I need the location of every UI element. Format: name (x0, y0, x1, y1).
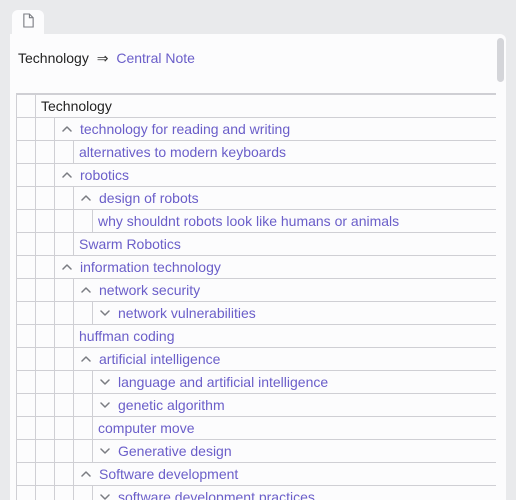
tree-node[interactable]: genetic algorithm (16, 394, 496, 417)
tree-node[interactable]: huffman coding (16, 325, 496, 348)
tab-bar (10, 10, 506, 34)
tree-node-label[interactable]: Software development (99, 463, 238, 485)
chevron-down-icon[interactable] (98, 490, 112, 500)
breadcrumb-parent-link[interactable]: Central Note (116, 50, 195, 66)
tree-node[interactable]: why shouldnt robots look like humans or … (16, 210, 496, 233)
tree-node-label[interactable]: Generative design (118, 440, 232, 462)
tree-node-label[interactable]: information technology (80, 256, 221, 278)
tree-node[interactable]: language and artificial intelligence (16, 371, 496, 394)
tree-node[interactable]: design of robots (16, 187, 496, 210)
tree-node[interactable]: network security (16, 279, 496, 302)
tree-node[interactable]: artificial intelligence (16, 348, 496, 371)
tree-node[interactable]: robotics (16, 164, 496, 187)
chevron-up-icon[interactable] (60, 260, 74, 274)
tree-node-label[interactable]: artificial intelligence (99, 348, 220, 370)
tree-node-label[interactable]: software development practices (118, 486, 315, 500)
tree-node[interactable]: alternatives to modern keyboards (16, 141, 496, 164)
outline-tree: Technology technology for reading and wr… (16, 93, 496, 500)
tree-node-label[interactable]: Swarm Robotics (79, 233, 181, 255)
chevron-down-icon[interactable] (98, 306, 112, 320)
tree-node-label[interactable]: genetic algorithm (118, 394, 225, 416)
chevron-down-icon[interactable] (98, 375, 112, 389)
tree-node[interactable]: software development practices (16, 486, 496, 500)
tree-node-label[interactable]: network vulnerabilities (118, 302, 256, 324)
tree-node[interactable]: Swarm Robotics (16, 233, 496, 256)
breadcrumb-current: Technology (18, 50, 89, 66)
tree-node-label[interactable]: technology for reading and writing (80, 118, 290, 140)
tree-node-label[interactable]: robotics (80, 164, 129, 186)
tree-node-label[interactable]: network security (99, 279, 200, 301)
chevron-up-icon[interactable] (79, 467, 93, 481)
tree-node-label[interactable]: language and artificial intelligence (118, 371, 328, 393)
scrollbar[interactable] (497, 38, 504, 467)
breadcrumb-separator: ⇒ (93, 50, 113, 66)
tree-root-row[interactable]: Technology (16, 94, 496, 118)
chevron-down-icon[interactable] (98, 444, 112, 458)
chevron-up-icon[interactable] (79, 352, 93, 366)
chevron-down-icon[interactable] (98, 398, 112, 412)
tree-node[interactable]: information technology (16, 256, 496, 279)
tree-node[interactable]: Software development (16, 463, 496, 486)
chevron-up-icon[interactable] (60, 168, 74, 182)
tree-node[interactable]: Generative design (16, 440, 496, 463)
tree-node-label[interactable]: alternatives to modern keyboards (79, 141, 286, 163)
chevron-up-icon[interactable] (79, 283, 93, 297)
chevron-up-icon[interactable] (79, 191, 93, 205)
tree-node[interactable]: technology for reading and writing (16, 118, 496, 141)
chevron-up-icon[interactable] (60, 122, 74, 136)
content-pane: Technology ⇒ Central Note Technology tec… (10, 34, 506, 500)
tree-node[interactable]: network vulnerabilities (16, 302, 496, 325)
breadcrumb: Technology ⇒ Central Note (16, 44, 496, 93)
tree-node-label[interactable]: why shouldnt robots look like humans or … (98, 210, 399, 232)
tree-node-label[interactable]: computer move (98, 417, 194, 439)
tree-node-label[interactable]: design of robots (99, 187, 199, 209)
tab-document[interactable] (12, 10, 44, 34)
scrollbar-thumb[interactable] (497, 38, 504, 82)
tree-node-label[interactable]: huffman coding (79, 325, 174, 347)
document-icon (22, 13, 35, 31)
tree-root-label: Technology (41, 95, 112, 117)
tree-node[interactable]: computer move (16, 417, 496, 440)
